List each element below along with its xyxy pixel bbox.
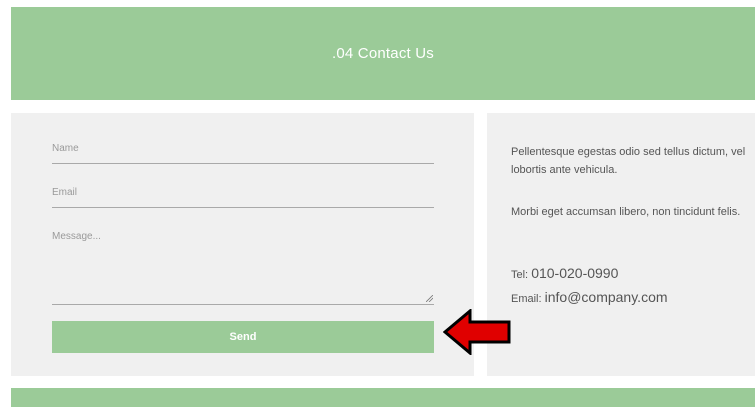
arrow-left-icon	[443, 309, 511, 355]
name-field[interactable]: Name	[52, 143, 434, 164]
contact-info: Pellentesque egestas odio sed tellus dic…	[487, 113, 755, 376]
info-paragraph-1: Pellentesque egestas odio sed tellus dic…	[511, 146, 746, 176]
section-header: .04 Contact Us	[11, 7, 755, 100]
send-button[interactable]: Send	[52, 321, 434, 353]
email-address: info@company.com	[544, 289, 668, 305]
contact-form: Name Email Message... Send	[11, 113, 474, 376]
info-paragraph-2: Morbi eget accumsan libero, non tincidun…	[511, 206, 741, 218]
phone-number: 010-020-0990	[531, 265, 619, 281]
email-field[interactable]: Email	[52, 187, 434, 208]
section-title: .04 Contact Us	[331, 45, 434, 62]
page: .04 Contact Us Name Email Message... Sen…	[0, 0, 755, 407]
phone-line: Tel: 010-020-0990	[511, 265, 618, 281]
phone-label: Tel:	[511, 269, 532, 281]
email-placeholder: Email	[52, 187, 78, 198]
message-placeholder: Message...	[52, 231, 101, 242]
resize-handle-icon[interactable]	[426, 295, 433, 302]
message-textarea[interactable]: Message...	[52, 231, 434, 305]
footer-bar	[11, 388, 755, 407]
name-placeholder: Name	[52, 143, 79, 154]
email-line: Email: info@company.com	[511, 289, 668, 305]
email-label: Email:	[511, 293, 545, 305]
